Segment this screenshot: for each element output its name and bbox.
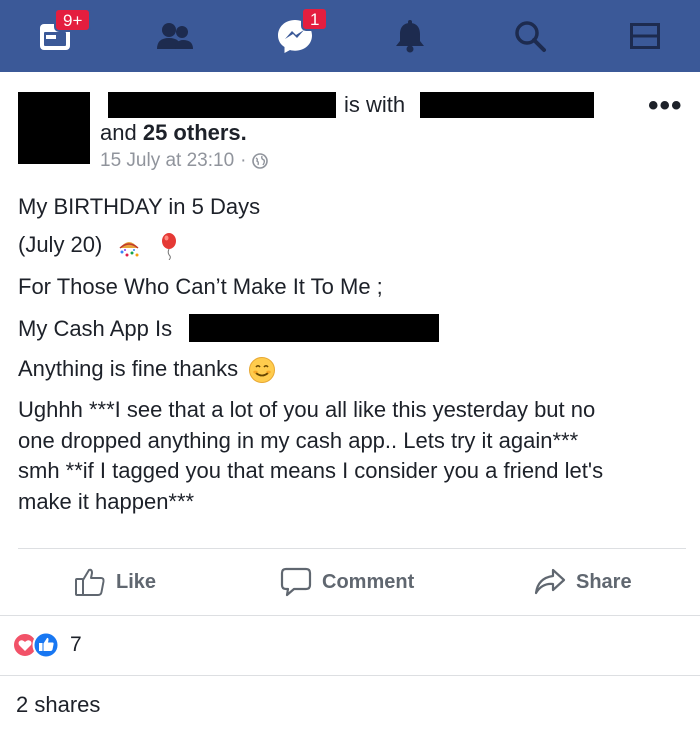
search-icon	[515, 21, 546, 52]
like-label: Like	[116, 570, 157, 593]
share-label: Share	[576, 570, 632, 593]
is-with-text: is with	[344, 92, 406, 117]
messenger-badge: 1	[301, 7, 329, 31]
tagged-friend-redacted[interactable]	[420, 92, 594, 118]
share-button[interactable]: Share	[534, 562, 632, 602]
post-line-7: one dropped anything in my cash app.. Le…	[18, 428, 579, 453]
others-count[interactable]: 25 others.	[143, 120, 247, 145]
post-meta: 15 July at 23:10 ·	[100, 150, 269, 172]
others-prefix: and	[100, 120, 137, 145]
public-globe-icon	[252, 153, 269, 169]
post-line-6: Ughhh ***I see that a lot of you all lik…	[18, 397, 596, 422]
comment-label: Comment	[322, 570, 415, 593]
nav-search[interactable]	[495, 0, 565, 72]
balloon-icon	[161, 233, 176, 261]
like-reaction-icon	[32, 631, 60, 659]
post-line-5: Anything is fine thanks	[18, 356, 276, 384]
comment-button[interactable]: Comment	[280, 562, 414, 602]
meta-separator: ·	[240, 150, 247, 171]
post-line-5-text: Anything is fine thanks	[18, 356, 239, 381]
share-arrow-icon	[534, 568, 566, 595]
thumbs-up-icon	[75, 568, 105, 596]
party-popper-icon	[119, 242, 139, 257]
menu-icon	[630, 23, 660, 49]
comment-bubble-icon	[280, 567, 312, 597]
cash-app-tag-redacted	[189, 314, 439, 342]
post-options-button[interactable]: •••	[648, 91, 683, 121]
shares-top-divider	[0, 675, 700, 676]
post-line-9: make it happen***	[18, 489, 195, 514]
nav-friends[interactable]	[140, 0, 210, 72]
nav-requests[interactable]: 9+	[20, 0, 92, 72]
reactions-summary[interactable]: 7	[12, 631, 82, 659]
notifications-bell-icon	[396, 20, 424, 53]
post-timestamp[interactable]: 15 July at 23:10	[100, 150, 234, 172]
reaction-count: 7	[70, 633, 82, 656]
requests-badge: 9+	[54, 8, 92, 32]
friends-icon	[157, 23, 193, 49]
post-line-2-text: (July 20)	[18, 232, 103, 257]
actions-top-divider	[18, 548, 686, 549]
post-line-8: smh **if I tagged you that means I consi…	[18, 458, 604, 483]
nav-menu[interactable]	[610, 0, 680, 72]
like-button[interactable]: Like	[74, 562, 156, 602]
shares-count[interactable]: 2 shares	[16, 692, 100, 718]
top-navigation-bar: 9+ 1	[0, 0, 700, 72]
post-line-3: For Those Who Can’t Make It To Me ;	[18, 274, 383, 299]
tagged-others-line[interactable]: and 25 others.	[100, 120, 247, 146]
author-avatar-redacted[interactable]	[18, 92, 90, 164]
actions-bottom-divider	[0, 615, 700, 616]
nav-messenger[interactable]: 1	[255, 0, 335, 72]
author-name-redacted[interactable]	[108, 92, 336, 118]
nav-notifications[interactable]	[375, 0, 445, 72]
post-line-4: My Cash App Is	[18, 316, 173, 341]
post-line-1: My BIRTHDAY in 5 Days	[18, 194, 261, 219]
post-line-2: (July 20)	[18, 232, 179, 261]
smiling-face-icon	[249, 357, 276, 384]
